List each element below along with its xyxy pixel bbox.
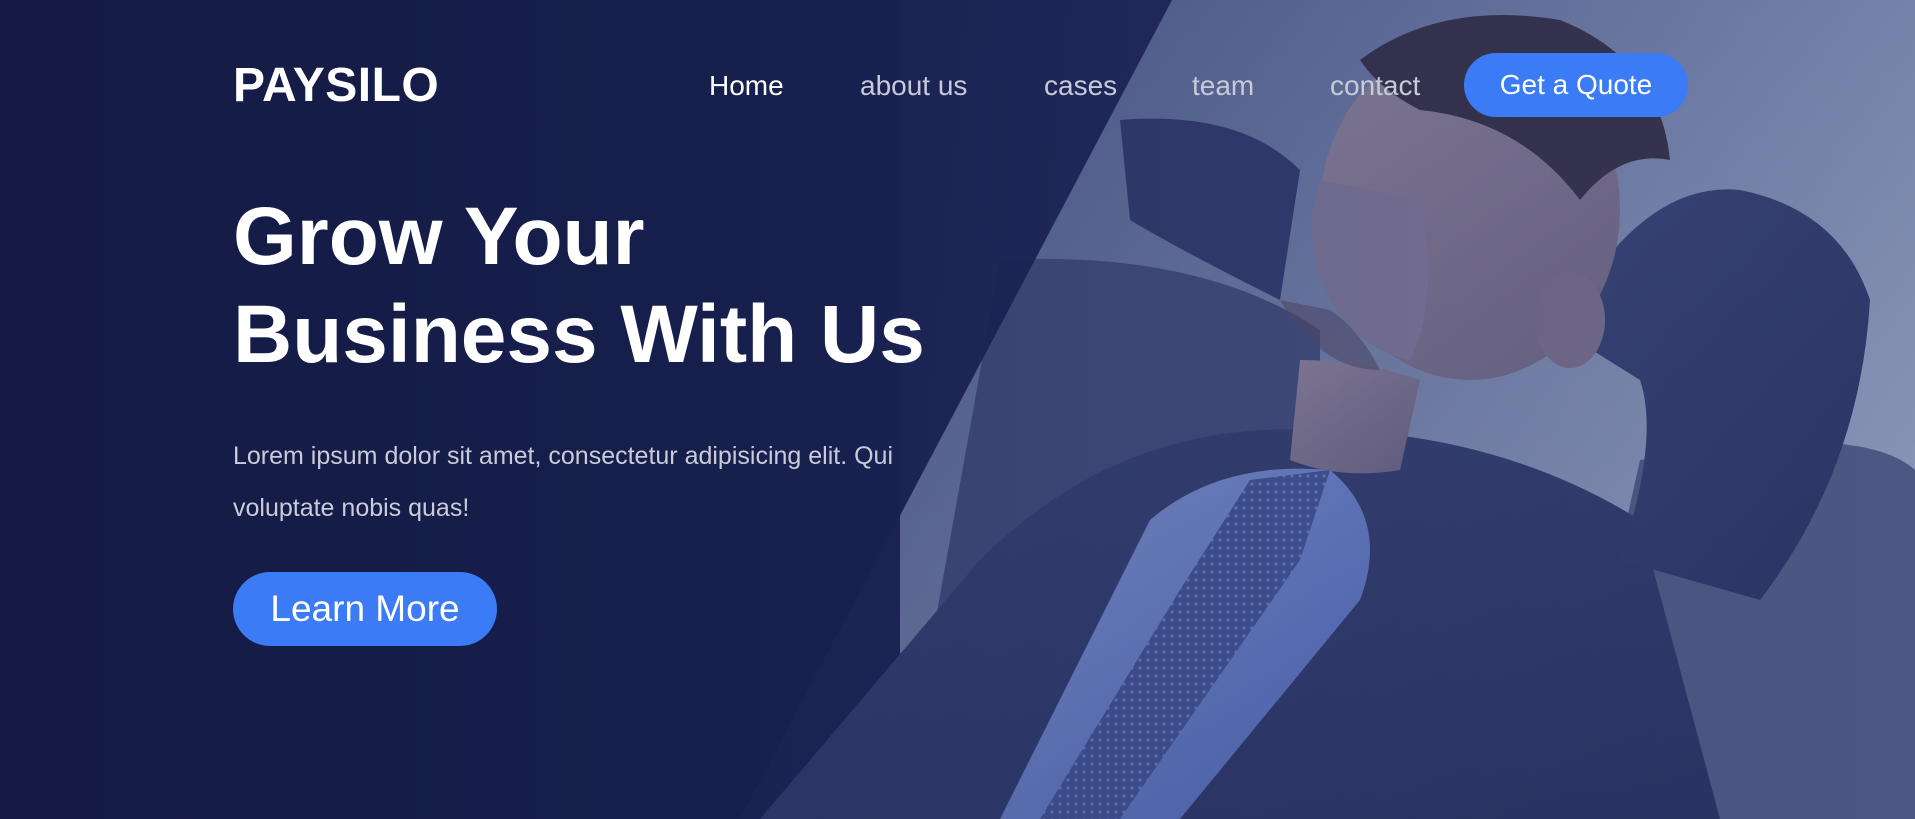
hero-photo xyxy=(0,0,1915,819)
hero-lead-text: Lorem ipsum dolor sit amet, consectetur … xyxy=(233,442,894,522)
hero-headline: Grow Your Business With Us xyxy=(233,188,993,384)
hero-section: PAYSILO Home about us cases team contact… xyxy=(0,0,1915,819)
nav-item-about-us[interactable]: about us xyxy=(860,70,967,102)
nav-item-cases[interactable]: cases xyxy=(1044,70,1117,102)
nav-item-team[interactable]: team xyxy=(1192,70,1254,102)
hero-headline-line-2: Business With Us xyxy=(233,289,925,380)
hero-headline-line-1: Grow Your xyxy=(233,191,645,282)
get-a-quote-button[interactable]: Get a Quote xyxy=(1464,53,1688,117)
nav-item-home[interactable]: Home xyxy=(709,70,784,102)
nav-item-contact[interactable]: contact xyxy=(1330,70,1420,102)
learn-more-button[interactable]: Learn More xyxy=(233,572,497,646)
